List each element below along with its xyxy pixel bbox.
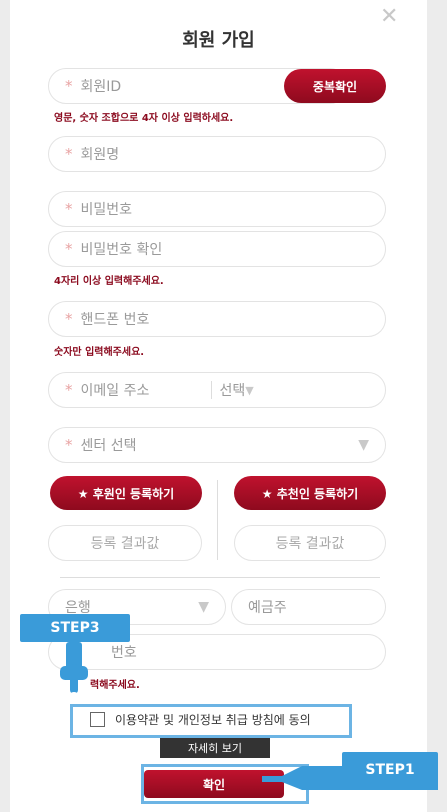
password-hint: 4자리 이상 입력해주세요. (54, 276, 164, 287)
password-confirm-placeholder: 비밀번호 확인 (80, 242, 163, 258)
pointer-hand-icon (56, 642, 92, 704)
triangle-down-icon: ▼ (245, 383, 254, 397)
password-placeholder: 비밀번호 (80, 202, 133, 218)
sponsor-register-button[interactable]: ★ 후원인 등록하기 (50, 476, 202, 510)
required-star-icon: * (65, 77, 73, 95)
required-star-icon: * (65, 310, 73, 328)
email-domain-select[interactable]: 선택 (220, 380, 246, 400)
dup-check-button[interactable]: 중복확인 (284, 69, 386, 103)
required-star-icon: * (65, 436, 73, 454)
email-field[interactable]: * 이메일 주소 선택 ▼ (48, 372, 386, 408)
triangle-down-icon: ▼ (358, 437, 369, 453)
agree-highlight-frame (70, 704, 352, 738)
page-title: 회원 가입 (182, 30, 255, 51)
phone-placeholder: 핸드폰 번호 (80, 312, 150, 328)
divider-horizontal (60, 577, 380, 578)
member-id-placeholder: 회원ID (80, 79, 122, 95)
required-star-icon: * (65, 240, 73, 258)
center-placeholder: 센터 선택 (80, 438, 137, 454)
center-select[interactable]: * 센터 선택 ▼ (48, 427, 386, 463)
sponsor-result: 등록 결과값 (48, 525, 202, 561)
step3-label: STEP3 (20, 614, 130, 642)
detail-button[interactable]: 자세히 보기 (160, 738, 270, 758)
triangle-down-icon: ▼ (198, 599, 209, 615)
depositor-field[interactable]: 예금주 (231, 589, 386, 625)
member-name-placeholder: 회원명 (80, 147, 120, 163)
password-field[interactable]: * 비밀번호 (48, 191, 386, 227)
required-star-icon: * (65, 381, 73, 399)
close-icon[interactable]: ✕ (380, 6, 398, 28)
required-star-icon: * (65, 145, 73, 163)
password-confirm-field[interactable]: * 비밀번호 확인 (48, 231, 386, 267)
account-placeholder: 번호 (111, 645, 137, 661)
required-star-icon: * (65, 200, 73, 218)
divider-vertical (217, 480, 218, 560)
depositor-placeholder: 예금주 (248, 600, 287, 616)
phone-hint: 숫자만 입력해주세요. (54, 347, 145, 358)
email-placeholder: 이메일 주소 (80, 383, 150, 399)
account-hint: 력해주세요. (90, 680, 140, 691)
recommender-result: 등록 결과값 (234, 525, 386, 561)
email-divider (210, 381, 212, 399)
member-name-field[interactable]: * 회원명 (48, 136, 386, 172)
phone-field[interactable]: * 핸드폰 번호 (48, 301, 386, 337)
step1-label: STEP1 (342, 752, 438, 788)
recommender-register-button[interactable]: ★ 추천인 등록하기 (234, 476, 386, 510)
id-hint: 영문, 숫자 조합으로 4자 이상 입력하세요. (54, 113, 234, 124)
